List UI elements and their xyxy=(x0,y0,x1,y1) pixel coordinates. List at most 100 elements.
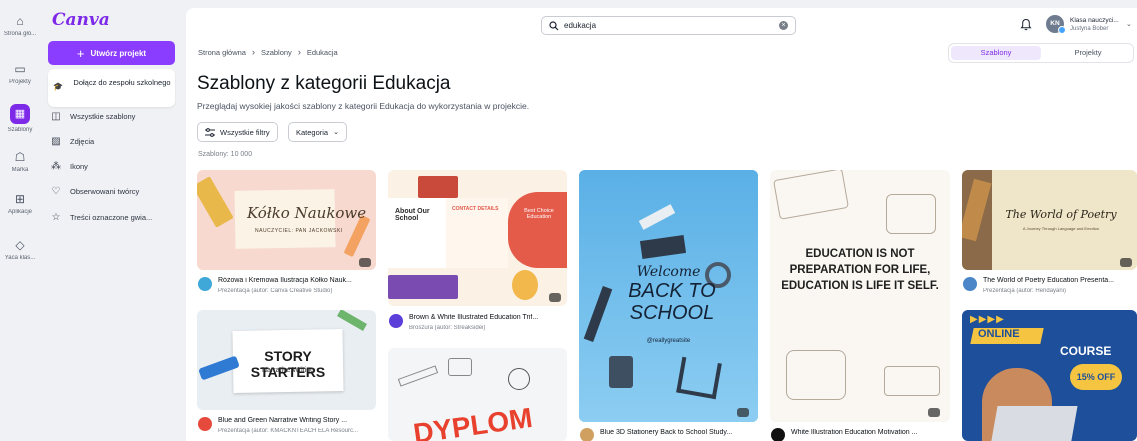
template-thumbnail[interactable]: The World of Poetry A Journey Through La… xyxy=(962,170,1137,270)
student-decoration xyxy=(512,270,538,300)
breadcrumb-home[interactable]: Strona główna xyxy=(198,48,246,57)
nav-icons[interactable]: ⁂ Ikony xyxy=(50,158,180,174)
thumbnail-text: @reallygreatsite xyxy=(646,338,691,344)
search-input[interactable]: edukacja xyxy=(564,21,596,30)
account-switcher[interactable]: Klasa nauczyci... Justyna Bober xyxy=(1070,16,1119,34)
left-rail: ⌂ Strona głó... ▭ Projekty ▦ Szablony ☖ … xyxy=(0,0,40,441)
side-panel: Canva + Utwórz projekt 🎓 Dołącz do zespo… xyxy=(42,8,182,441)
view-toggle: Szablony Projekty xyxy=(948,43,1134,63)
sketch-decoration xyxy=(886,194,936,234)
creator-avatar xyxy=(963,277,977,291)
breadcrumb-templates[interactable]: Szablony xyxy=(261,48,292,57)
presentation-badge-icon xyxy=(359,258,371,267)
bell-icon[interactable] xyxy=(1020,18,1032,31)
template-title[interactable]: Brown & White Illustrated Education Trif… xyxy=(409,314,567,321)
create-project-button[interactable]: + Utwórz projekt xyxy=(48,41,175,65)
books-decoration xyxy=(388,275,458,299)
nav-photos[interactable]: ▨ Zdjęcia xyxy=(50,133,180,149)
search-bar[interactable]: edukacja × xyxy=(541,16,796,35)
thumbnail-text: ONLINE xyxy=(978,328,1020,340)
clear-search-icon[interactable]: × xyxy=(779,21,788,30)
marker-decoration xyxy=(337,310,367,331)
document-badge-icon xyxy=(737,408,749,417)
plus-icon: + xyxy=(76,45,85,61)
template-author: Prezentacja (autor: KMACKNTEACH ELA Reso… xyxy=(218,428,359,434)
template-thumbnail[interactable]: ▶▶▶▶ ONLINE COURSE 15% OFF xyxy=(962,310,1137,441)
filter-icon xyxy=(205,127,215,137)
thumbnail-text: Welcome xyxy=(636,264,701,280)
rail-item-apps[interactable]: ⊞ Aplikacje xyxy=(0,192,40,215)
doodle-decoration xyxy=(448,358,472,376)
brand-icon: ☖ xyxy=(14,150,26,164)
template-title[interactable]: The World of Poetry Education Presenta..… xyxy=(983,277,1137,284)
template-thumbnail[interactable]: Kółko Naukowe NAUCZYCIEL: PAN JACKOWSKI xyxy=(197,170,376,270)
icons-icon: ⁂ xyxy=(51,160,61,172)
triangle-ruler-decoration xyxy=(676,356,722,400)
thumbnail-text: BACK TO SCHOOL xyxy=(628,280,716,324)
template-title[interactable]: Różowa i Kremowa Ilustracja Kółko Nauk..… xyxy=(218,277,376,284)
class-icon: ◇ xyxy=(15,238,25,252)
books-decoration xyxy=(773,170,849,220)
folder-icon: ▭ xyxy=(14,62,26,76)
pencil-decoration xyxy=(197,176,234,228)
join-school-team-button[interactable]: 🎓 Dołącz do zespołu szkolnego xyxy=(48,69,175,107)
presentation-badge-icon xyxy=(1120,258,1132,267)
thumbnail-text: DYPLOM xyxy=(411,401,535,441)
followed-creators-icon: ♡ xyxy=(51,185,61,197)
status-dot xyxy=(1058,26,1066,34)
backpack-decoration xyxy=(786,350,846,400)
template-author: Broszura (autor: Streaksidei) xyxy=(409,325,486,331)
chevron-right-icon: › xyxy=(297,47,301,57)
all-filters-button[interactable]: Wszystkie filtry xyxy=(197,122,278,142)
thumbnail-text: 15% OFF xyxy=(1076,372,1116,382)
rail-item-projects[interactable]: ▭ Projekty xyxy=(0,62,40,85)
creator-avatar xyxy=(389,314,403,328)
canva-logo[interactable]: Canva xyxy=(52,10,110,30)
template-thumbnail[interactable]: DYPLOM xyxy=(388,348,567,441)
rail-item-brand[interactable]: ☖ Marka xyxy=(0,150,40,173)
template-thumbnail[interactable]: STORY STARTERS Narrative Writing xyxy=(197,310,376,410)
ruler-decoration xyxy=(397,365,439,387)
thumbnail-text: Best Choice Education xyxy=(524,208,554,220)
template-thumbnail[interactable]: Welcome BACK TO SCHOOL @reallygreatsite xyxy=(579,170,758,422)
creator-avatar xyxy=(198,417,212,431)
nav-followed-creators[interactable]: ♡ Obserwowani twórcy xyxy=(50,183,180,199)
tab-templates[interactable]: Szablony xyxy=(951,46,1041,60)
nav-starred[interactable]: ☆ Treści oznaczone gwia... xyxy=(50,209,180,225)
rail-item-class[interactable]: ◇ Yaca klas... xyxy=(0,238,40,261)
thumbnail-text: Narrative Writing xyxy=(262,367,314,374)
template-thumbnail[interactable]: About Our School CONTACT DETAILS Best Ch… xyxy=(388,170,567,306)
thumbnail-text: Kółko Naukowe xyxy=(247,204,367,222)
thumbnail-text: About Our School xyxy=(395,208,430,222)
templates-icon: ▦ xyxy=(10,104,30,124)
avatar[interactable]: KN xyxy=(1046,15,1066,34)
home-icon: ⌂ xyxy=(16,14,24,28)
creator-avatar xyxy=(771,428,785,441)
breadcrumb-education: Edukacja xyxy=(306,48,338,57)
chevron-down-icon[interactable]: ⌄ xyxy=(1126,20,1132,28)
template-title[interactable]: White Illustration Education Motivation … xyxy=(791,429,949,436)
books-decoration xyxy=(418,176,458,198)
tab-projects[interactable]: Projekty xyxy=(1045,46,1131,60)
thumbnail-text: STORY STARTERS xyxy=(250,348,326,380)
thumbnail-text: COURSE xyxy=(1060,344,1112,358)
nav-all-templates[interactable]: ◫ Wszystkie szablony xyxy=(50,108,180,124)
category-dropdown[interactable]: Kategoria ⌄ xyxy=(288,122,347,142)
template-thumbnail[interactable]: EDUCATION IS NOT PREPARATION FOR LIFE, E… xyxy=(770,170,950,422)
template-title[interactable]: Blue 3D Stationery Back to School Study.… xyxy=(600,429,758,436)
breadcrumb: Strona główna › Szablony › Edukacja xyxy=(198,47,338,57)
creator-avatar xyxy=(580,428,594,441)
thumbnail-text: A Journey Through Language and Emotion xyxy=(1022,226,1100,231)
ball-decoration xyxy=(508,368,530,390)
document-badge-icon xyxy=(549,293,561,302)
page-subtitle: Przeglądaj wysokiej jakości szablony z k… xyxy=(197,101,530,111)
graduation-cap-icon: 🎓 xyxy=(53,82,63,91)
chevron-down-icon: ⌄ xyxy=(333,129,339,136)
template-author: Prezentacja (autor: Canva Creative Studi… xyxy=(218,288,333,294)
rail-item-home[interactable]: ⌂ Strona głó... xyxy=(0,14,40,37)
search-icon xyxy=(549,20,559,30)
template-title[interactable]: Blue and Green Narrative Writing Story .… xyxy=(218,417,376,424)
template-author: Prezentacja (autor: Hendayani) xyxy=(983,288,1067,294)
rail-item-templates[interactable]: ▦ Szablony xyxy=(0,104,40,133)
laptop-decoration xyxy=(990,406,1078,441)
